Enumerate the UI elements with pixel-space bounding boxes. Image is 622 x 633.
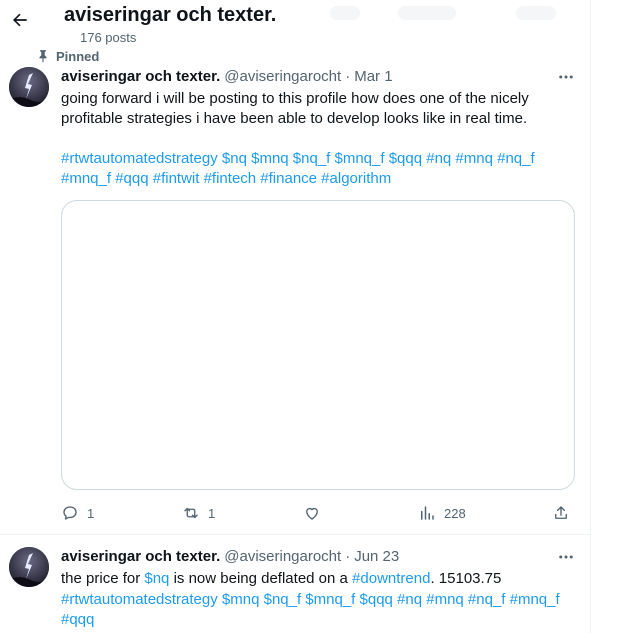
profile-header: aviseringar och texter. 176 posts bbox=[0, 0, 590, 48]
tweet-author[interactable]: aviseringar och texter. bbox=[61, 547, 220, 567]
tweet-hashtags[interactable]: #rtwtautomatedstrategy $mnq $nq_f $mnq_f… bbox=[61, 590, 576, 610]
avatar[interactable] bbox=[9, 67, 49, 107]
tweet-hashtags[interactable]: #qqq bbox=[61, 610, 576, 630]
more-options-button[interactable] bbox=[555, 68, 577, 86]
tweet-author[interactable]: aviseringar och texter. bbox=[61, 67, 220, 87]
tweet-text-part: . 15103.75 bbox=[430, 570, 502, 587]
pinned-indicator: Pinned bbox=[36, 48, 99, 64]
column-border bbox=[590, 0, 591, 633]
more-dots-icon bbox=[559, 75, 573, 79]
like-button[interactable] bbox=[303, 503, 321, 523]
profile-name: aviseringar och texter. bbox=[64, 4, 277, 26]
post-count: 176 posts bbox=[80, 30, 137, 45]
heart-icon bbox=[306, 507, 318, 520]
tweet-date[interactable]: Mar 1 bbox=[354, 67, 392, 87]
more-options-button[interactable] bbox=[555, 548, 577, 566]
reply-icon bbox=[63, 506, 77, 520]
share-icon bbox=[555, 506, 567, 519]
tweet-handle[interactable]: @aviseringarocht bbox=[224, 67, 341, 87]
tweet-divider bbox=[0, 534, 590, 535]
tweet-hashtags[interactable]: #rtwtautomatedstrategy $nq $mnq $nq_f $m… bbox=[61, 149, 576, 169]
tweet-text-part: the price for bbox=[61, 570, 145, 587]
tweet-text: going forward i will be posting to this … bbox=[61, 90, 529, 127]
view-count: 228 bbox=[444, 505, 466, 521]
faded-header-element bbox=[330, 6, 360, 20]
tweet-date[interactable]: Jun 23 bbox=[354, 547, 399, 567]
tweet-header: aviseringar och texter. @aviseringarocht… bbox=[61, 547, 399, 567]
tweet-media[interactable] bbox=[61, 200, 575, 490]
tweet-separator: · bbox=[345, 548, 351, 565]
share-button[interactable] bbox=[552, 503, 570, 523]
repost-count: 1 bbox=[208, 505, 216, 521]
repost-button[interactable]: 1 bbox=[182, 503, 215, 523]
tweet-hashtags[interactable]: #mnq_f #qqq #fintwit #fintech #finance #… bbox=[61, 169, 576, 189]
reply-button[interactable]: 1 bbox=[61, 503, 94, 523]
reply-count: 1 bbox=[87, 505, 95, 521]
pin-icon bbox=[36, 49, 50, 63]
pinned-label: Pinned bbox=[56, 48, 100, 64]
more-dots-icon bbox=[559, 555, 573, 559]
hashtag-link[interactable]: #downtrend bbox=[352, 570, 430, 587]
tweet-text: the price for $nq is now being deflated … bbox=[61, 569, 576, 589]
analytics-icon bbox=[421, 506, 434, 520]
faded-header-element bbox=[516, 6, 556, 20]
lightning-avatar-icon bbox=[9, 67, 49, 107]
views-button[interactable]: 228 bbox=[418, 503, 466, 523]
lightning-avatar-icon bbox=[9, 547, 49, 587]
repost-icon bbox=[184, 507, 198, 519]
tweet-separator: · bbox=[345, 68, 351, 85]
tweet-handle[interactable]: @aviseringarocht bbox=[224, 547, 341, 567]
back-arrow-icon bbox=[13, 13, 27, 27]
avatar[interactable] bbox=[9, 547, 49, 587]
tweet-text-part: is now being deflated on a bbox=[169, 570, 353, 587]
faded-header-element bbox=[398, 6, 456, 20]
back-button[interactable] bbox=[8, 8, 32, 32]
tweet-header: aviseringar och texter. @aviseringarocht… bbox=[61, 67, 393, 87]
cashtag-link[interactable]: $nq bbox=[144, 570, 169, 587]
